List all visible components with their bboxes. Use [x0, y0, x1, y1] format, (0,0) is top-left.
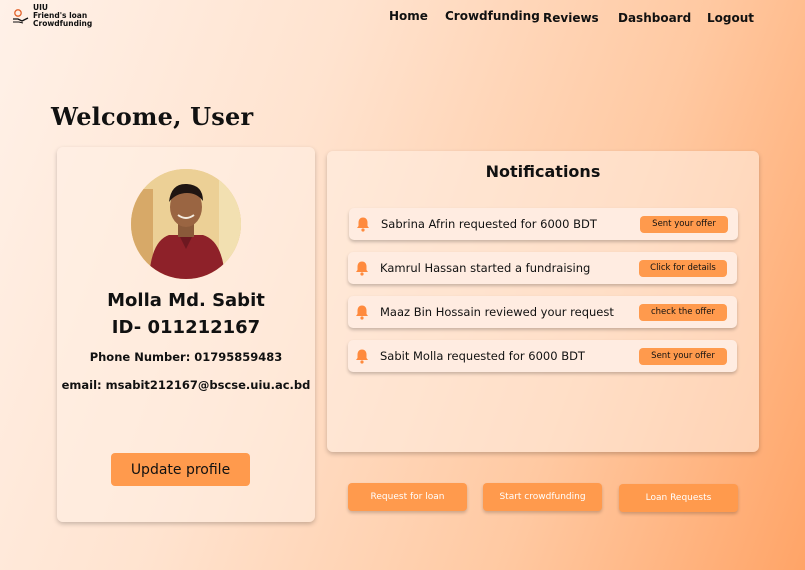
- loan-requests-button[interactable]: Loan Requests: [619, 484, 738, 512]
- notification-text: Sabit Molla requested for 6000 BDT: [380, 349, 585, 363]
- notification-text: Kamrul Hassan started a fundraising: [380, 261, 591, 275]
- notification-action-button[interactable]: Sent your offer: [639, 347, 727, 365]
- start-crowdfunding-button[interactable]: Start crowdfunding: [483, 483, 602, 511]
- notifications-title: Notifications: [485, 162, 601, 181]
- brand-logo[interactable]: UIU Friend's loan Crowdfunding: [12, 4, 92, 28]
- profile-name: Molla Md. Sabit: [107, 290, 265, 311]
- nav-crowdfunding[interactable]: Crowdfunding: [445, 9, 540, 23]
- nav-logout[interactable]: Logout: [707, 11, 754, 25]
- notifications-panel: Notifications Sabrina Afrin requested fo…: [327, 151, 759, 452]
- bell-icon: [354, 348, 370, 364]
- update-profile-button[interactable]: Update profile: [111, 453, 250, 486]
- notification-action-button[interactable]: Click for details: [639, 259, 727, 277]
- bell-icon: [354, 260, 370, 276]
- notification-item[interactable]: Sabit Molla requested for 6000 BDT Sent …: [348, 340, 737, 372]
- notification-text: Maaz Bin Hossain reviewed your request: [380, 305, 614, 319]
- nav-home[interactable]: Home: [389, 9, 428, 23]
- notification-item[interactable]: Kamrul Hassan started a fundraising Clic…: [348, 252, 737, 284]
- notification-item[interactable]: Sabrina Afrin requested for 6000 BDT Sen…: [349, 208, 738, 240]
- brand-line-3: Crowdfunding: [33, 19, 93, 28]
- hand-coin-icon: [12, 7, 30, 25]
- notification-item[interactable]: Maaz Bin Hossain reviewed your request c…: [348, 296, 737, 328]
- bell-icon: [355, 216, 371, 232]
- avatar: [131, 169, 241, 279]
- bell-icon: [354, 304, 370, 320]
- request-loan-button[interactable]: Request for loan: [348, 483, 467, 511]
- profile-id: ID- 011212167: [111, 317, 261, 338]
- profile-phone: Phone Number: 01795859483: [89, 350, 283, 364]
- page-title: Welcome, User: [51, 102, 254, 131]
- notification-action-button[interactable]: Sent your offer: [640, 215, 728, 233]
- notification-action-button[interactable]: check the offer: [639, 303, 727, 321]
- notification-text: Sabrina Afrin requested for 6000 BDT: [381, 217, 597, 231]
- profile-email: email: msabit212167@bscse.uiu.ac.bd: [61, 378, 311, 392]
- profile-card: Molla Md. Sabit ID- 011212167 Phone Numb…: [57, 147, 315, 522]
- nav-dashboard[interactable]: Dashboard: [618, 11, 691, 25]
- nav-reviews[interactable]: Reviews: [543, 11, 599, 25]
